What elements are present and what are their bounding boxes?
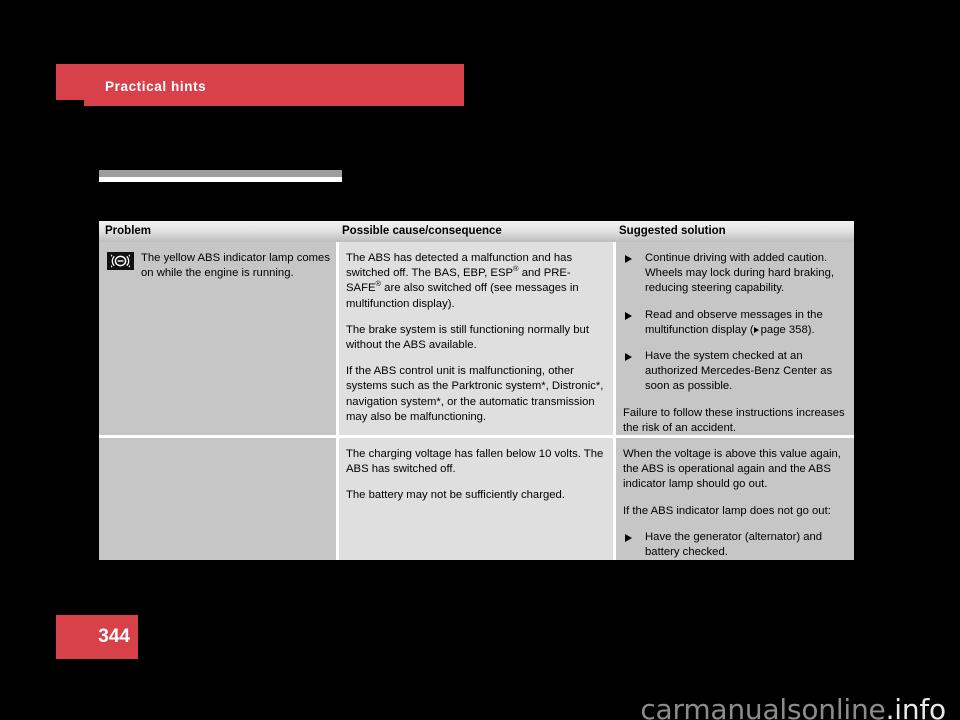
registered-mark: ® — [375, 279, 382, 289]
troubleshooting-table: Problem Possible cause/consequence Sugge… — [99, 221, 854, 560]
registered-mark: ® — [513, 264, 519, 274]
list-item: Have the generator (alternator) and batt… — [623, 530, 847, 560]
cell-cause: The ABS has detected a malfunction and h… — [339, 242, 613, 435]
column-header-solution: Suggested solution — [619, 225, 726, 237]
table-body: The yellow ABS indicator lamp comes on w… — [99, 242, 854, 560]
cell-cause: The charging voltage has fallen below 10… — [339, 438, 613, 560]
list-item: Continue driving with added caution. Whe… — [623, 251, 847, 297]
table-header-row: Problem Possible cause/consequence Sugge… — [99, 221, 854, 242]
column-header-cause: Possible cause/consequence — [342, 225, 502, 237]
cell-solution: When the voltage is above this value aga… — [616, 438, 854, 560]
solution-warning-note: Failure to follow these instructions inc… — [623, 406, 845, 434]
list-item-label: Have the system checked at an authorized… — [645, 350, 833, 393]
list-item: Have the system checked at an authorized… — [623, 349, 847, 395]
triangle-bullet-icon — [625, 353, 632, 362]
abs-warning-lamp-icon — [107, 252, 134, 270]
manual-page: Practical hints Problem Possible cause/c… — [0, 0, 960, 720]
site-watermark: carmanualsonline.info — [0, 693, 960, 720]
column-header-problem: Problem — [105, 225, 152, 237]
cause-paragraph: If the ABS control unit is malfunctionin… — [346, 365, 604, 423]
problem-description: The yellow ABS indicator lamp comes on w… — [141, 252, 330, 280]
list-item: Read and observe messages in the multifu… — [623, 308, 847, 338]
solution-intro: When the voltage is above this value aga… — [623, 448, 841, 491]
list-item-label: Read and observe messages in the multifu… — [645, 308, 823, 336]
triangle-bullet-icon — [625, 311, 632, 320]
list-item-label: Have the generator (alternator) and batt… — [645, 530, 823, 559]
watermark-site: carmanualsonline — [640, 693, 886, 720]
table-row: The charging voltage has fallen below 10… — [99, 438, 854, 560]
table-row: The yellow ABS indicator lamp comes on w… — [99, 242, 854, 435]
section-rule — [99, 170, 342, 177]
cause-paragraph: The ABS has detected a malfunction and h… — [346, 252, 579, 310]
page-number: 344 — [98, 626, 130, 647]
cause-paragraph: The charging voltage has fallen below 10… — [346, 448, 604, 476]
triangle-bullet-icon — [625, 255, 632, 263]
cell-problem: The yellow ABS indicator lamp comes on w… — [99, 242, 336, 435]
page-reference-icon — [753, 326, 759, 333]
cause-paragraph: The battery may not be sufficiently char… — [346, 489, 565, 502]
cell-solution: Continue driving with added caution. Whe… — [616, 242, 854, 435]
solution-condition: If the ABS indicator lamp does not go ou… — [623, 504, 831, 517]
cell-problem-empty — [99, 438, 336, 560]
solution-bullet-list: Have the generator (alternator) and batt… — [623, 530, 847, 560]
watermark-tld: .info — [885, 693, 947, 720]
chapter-banner-notch — [56, 100, 84, 106]
triangle-bullet-icon — [625, 533, 632, 542]
chapter-title: Practical hints — [105, 79, 207, 94]
solution-bullet-list: Continue driving with added caution. Whe… — [623, 251, 847, 395]
cause-paragraph: The brake system is still functioning no… — [346, 323, 589, 352]
section-rule-underline — [99, 177, 342, 182]
list-item-label: Continue driving with added caution. Whe… — [645, 252, 834, 295]
